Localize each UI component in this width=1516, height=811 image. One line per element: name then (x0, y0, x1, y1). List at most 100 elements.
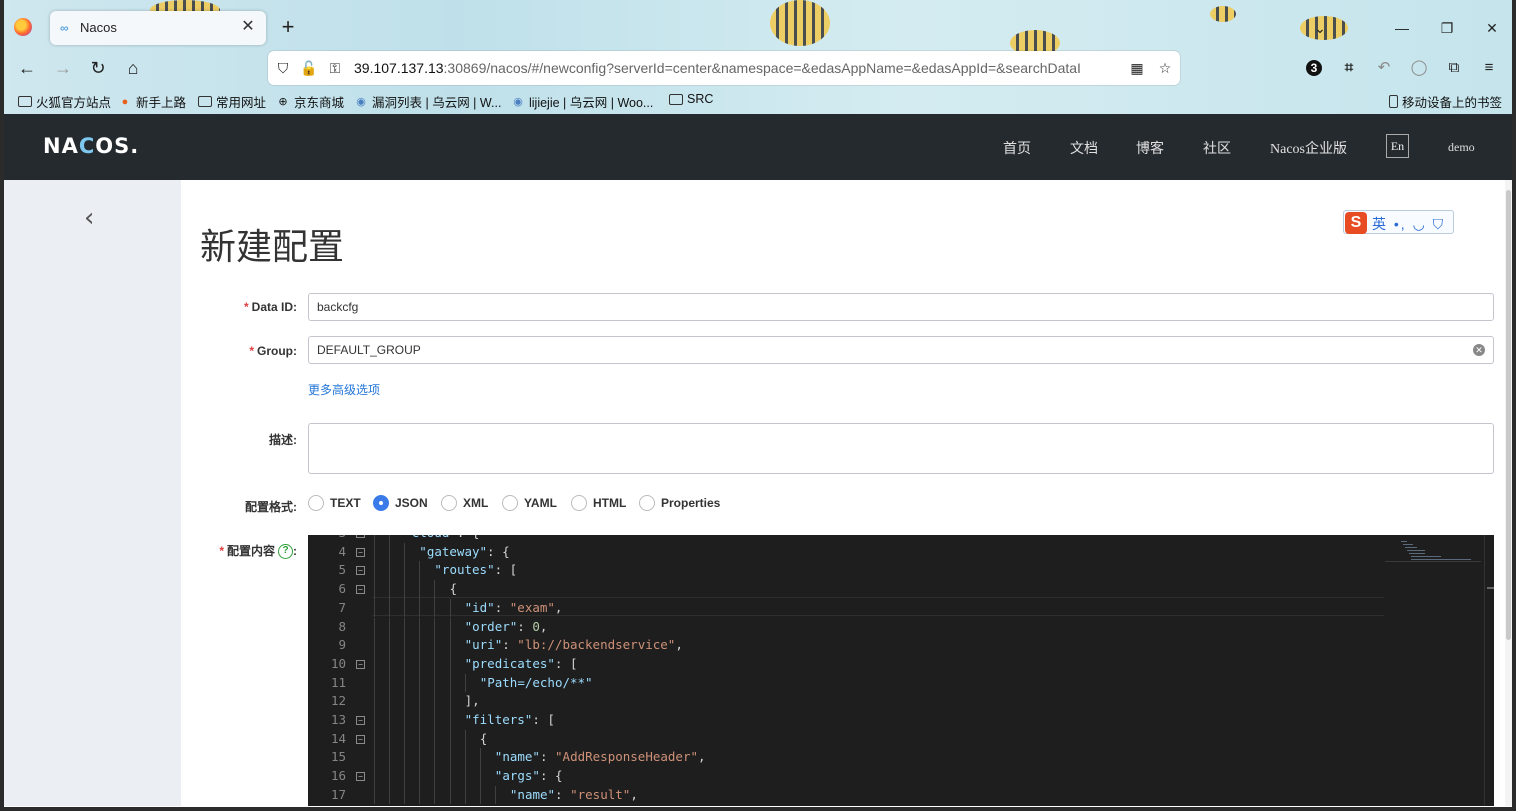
code-line[interactable]: 16− "args": { (308, 767, 1384, 786)
indent-guide (389, 729, 391, 749)
back-chevron-icon[interactable]: ‹ (84, 204, 104, 232)
ime-toolbar[interactable]: S 英 •, ◡ ⛉ (1343, 210, 1454, 234)
new-tab-button[interactable]: + (276, 16, 300, 40)
fold-toggle-icon[interactable]: − (356, 734, 365, 744)
format-radio-properties[interactable]: Properties (639, 495, 720, 511)
menu-icon[interactable]: ≡ (1478, 57, 1500, 79)
close-icon[interactable]: ✕ (238, 17, 258, 37)
line-number: 3 (318, 535, 346, 543)
tab-strip: ∞ Nacos ✕ + ⌄ — ❐ ✕ (0, 4, 1516, 46)
fold-toggle-icon[interactable]: − (356, 547, 365, 557)
code-line[interactable]: 6− { (308, 580, 1384, 599)
indent-guide (374, 711, 375, 730)
nav-docs[interactable]: 文档 (1070, 138, 1098, 158)
description-textarea[interactable] (308, 423, 1494, 474)
shield-icon[interactable]: ⛉ (274, 59, 292, 77)
group-input[interactable]: DEFAULT_GROUP ✕ (308, 336, 1494, 364)
code-line[interactable]: 15 "name": "AddResponseHeader", (308, 748, 1384, 768)
fold-toggle-icon[interactable]: − (356, 535, 365, 538)
code-line[interactable]: 5− "routes": [ (308, 561, 1384, 581)
format-radio-text[interactable]: TEXT (308, 495, 361, 511)
scrollbar-thumb[interactable] (1506, 190, 1511, 640)
code-line[interactable]: 17 "name": "result", (308, 785, 1384, 805)
extension-badge[interactable]: 3 (1306, 60, 1322, 76)
tab-nacos[interactable]: ∞ Nacos ✕ (50, 11, 266, 45)
format-radio-json[interactable]: JSON (373, 495, 428, 511)
clear-icon[interactable]: ✕ (1473, 344, 1485, 356)
bookmark-item[interactable]: ● 新手上路 (118, 92, 186, 111)
indent-guide (449, 692, 451, 711)
config-content-editor[interactable]: 3−"cloud": {4−"gateway": {5−"routes": [6… (308, 535, 1494, 806)
nacos-logo[interactable]: NACOS. (43, 134, 139, 158)
url-text[interactable]: 39.107.137.13:30869/nacos/#/newconfig?se… (354, 60, 1124, 76)
restore-icon[interactable]: ❐ (1435, 16, 1459, 40)
circle-icon[interactable]: ◯ (1408, 57, 1430, 79)
code-line[interactable]: 4− "gateway": { (308, 542, 1384, 562)
fold-toggle-icon[interactable]: − (356, 659, 365, 669)
indent-guide (404, 598, 406, 618)
page-scrollbar[interactable] (1505, 180, 1512, 806)
home-icon[interactable]: ⌂ (120, 55, 146, 81)
language-switch-button[interactable]: En (1386, 134, 1409, 158)
indent-guide (434, 636, 436, 655)
code-line[interactable]: 13 − "filters": [ (308, 711, 1384, 730)
window-close-icon[interactable]: ✕ (1480, 16, 1504, 40)
bookmark-item[interactable]: ◉ lijiejie | 乌云网 | Woo... (511, 92, 653, 111)
nav-home[interactable]: 首页 (1003, 138, 1031, 158)
line-number: 15 (330, 749, 346, 765)
bookmark-item[interactable]: ◉ 漏洞列表 | 乌云网 | W... (354, 92, 501, 111)
indent-guide (374, 535, 375, 543)
minimize-icon[interactable]: — (1390, 16, 1414, 40)
nacos-favicon-icon: ∞ (60, 21, 69, 35)
indent-guide (389, 561, 391, 581)
undo-icon[interactable]: ↶ (1373, 57, 1395, 79)
code-line[interactable]: 10− "predicates": [ (308, 654, 1384, 674)
user-name[interactable]: demo (1448, 140, 1475, 155)
editor-minimap[interactable] (1385, 535, 1481, 595)
indent-guide (449, 673, 451, 693)
nav-enterprise[interactable]: Nacos企业版 (1270, 138, 1347, 158)
help-icon[interactable]: ? (278, 544, 293, 560)
bookmark-star-icon[interactable]: ☆ (1156, 59, 1174, 77)
bookmark-item[interactable]: 火狐官方站点 (18, 92, 111, 111)
bookmark-item[interactable]: SRC (669, 92, 713, 106)
fold-toggle-icon[interactable]: − (356, 566, 365, 576)
format-radio-yaml[interactable]: YAML (502, 495, 557, 511)
editor-scrollbar[interactable] (1484, 535, 1494, 806)
mobile-bookmarks[interactable]: 移动设备上的书签 (1388, 92, 1502, 111)
bookmark-item[interactable]: 常用网址 (198, 92, 266, 111)
crop-icon[interactable]: ⌗ (1338, 57, 1360, 79)
address-bar[interactable]: ⛉ 🔓 ⚿ 39.107.137.13:30869/nacos/#/newcon… (268, 51, 1180, 85)
indent-guide (419, 711, 421, 730)
nav-community[interactable]: 社区 (1203, 138, 1231, 158)
fold-toggle-icon[interactable]: − (356, 716, 365, 725)
key-icon[interactable]: ⚿ (326, 59, 344, 77)
insecure-lock-icon[interactable]: 🔓 (300, 59, 318, 77)
code-line[interactable]: 14− { (308, 729, 1384, 749)
line-number: 12 (330, 693, 346, 709)
code-line[interactable]: 8 "order": 0, (308, 617, 1384, 637)
extensions-icon[interactable]: ⧉ (1443, 57, 1465, 79)
bookmark-item[interactable]: ⊕ 京东商城 (276, 92, 344, 111)
format-radio-html[interactable]: HTML (571, 495, 626, 511)
data-id-input[interactable]: backcfg (308, 293, 1494, 321)
nav-blog[interactable]: 博客 (1136, 138, 1164, 158)
code-line[interactable]: 12], (308, 692, 1384, 711)
firefox-icon[interactable] (14, 18, 32, 36)
fold-toggle-icon[interactable]: − (356, 585, 365, 595)
advanced-options-link[interactable]: 更多高级选项 (308, 381, 380, 398)
reload-icon[interactable]: ↻ (85, 55, 111, 81)
back-arrow-icon[interactable]: ← (14, 55, 40, 81)
indent-guide (419, 729, 421, 749)
indent-guide (374, 561, 375, 581)
app-header: NACOS. 首页 文档 博客 社区 Nacos企业版 En demo (4, 114, 1512, 180)
format-radio-xml[interactable]: XML (441, 495, 488, 511)
code-line[interactable]: 11 "Path=/echo/**" (308, 673, 1384, 693)
code-line[interactable]: 3 − "cloud": { (308, 535, 1384, 543)
qr-code-icon[interactable]: ▦ (1128, 59, 1146, 77)
chevron-down-icon[interactable]: ⌄ (1308, 16, 1332, 40)
fold-toggle-icon[interactable]: − (356, 772, 365, 782)
forward-arrow-icon[interactable]: → (50, 55, 76, 81)
code-line[interactable]: 9 "uri": "lb://backendservice", (308, 636, 1384, 655)
code-line[interactable]: 7 "id": "exam", (308, 598, 1384, 618)
